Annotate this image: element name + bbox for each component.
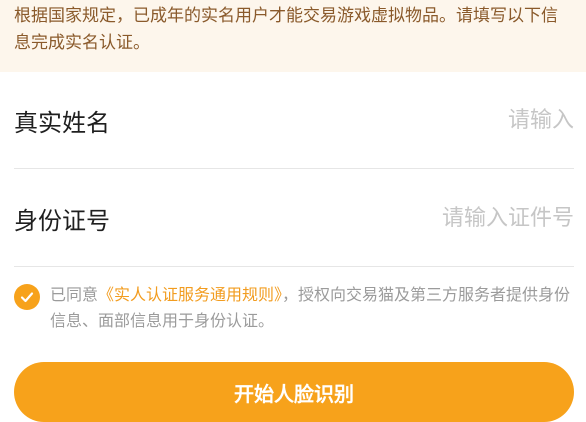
real-name-row: 真实姓名 — [14, 72, 574, 168]
real-name-label: 真实姓名 — [14, 108, 110, 137]
agreement-text: 已同意《实人认证服务通用规则》，授权向交易猫及第三方服务者提供身份信息、面部信息… — [50, 282, 579, 334]
agreement-checkbox[interactable] — [14, 284, 40, 310]
agreement-row: 已同意《实人认证服务通用规则》，授权向交易猫及第三方服务者提供身份信息、面部信息… — [14, 282, 579, 334]
id-number-row: 身份证号 — [14, 170, 574, 266]
real-name-input[interactable] — [274, 107, 574, 133]
checkmark-icon — [20, 292, 34, 303]
divider — [14, 266, 574, 267]
divider — [14, 168, 574, 169]
realname-notice-text: 根据国家规定，已成年的实名用户才能交易游戏虚拟物品。请填写以下信息完成实名认证。 — [14, 6, 558, 53]
start-face-recognition-button[interactable]: 开始人脸识别 — [14, 362, 574, 422]
start-face-recognition-label: 开始人脸识别 — [234, 382, 354, 406]
agreement-prefix: 已同意 — [50, 285, 99, 304]
id-number-label: 身份证号 — [14, 206, 110, 235]
realname-notice: 根据国家规定，已成年的实名用户才能交易游戏虚拟物品。请填写以下信息完成实名认证。 — [0, 0, 586, 72]
service-rules-link[interactable]: 《实人认证服务通用规则》 — [98, 285, 282, 304]
id-number-input[interactable] — [274, 205, 574, 231]
